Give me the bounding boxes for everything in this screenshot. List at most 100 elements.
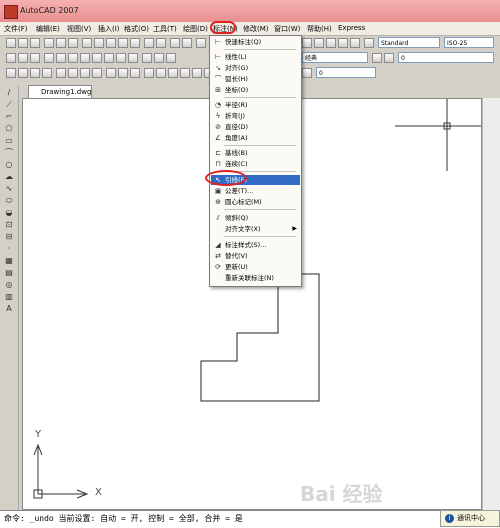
spline-icon[interactable]: ∿ [4, 184, 14, 194]
rectangle-icon[interactable]: ▭ [4, 136, 14, 146]
menu-view[interactable]: 视图(V) [67, 24, 91, 34]
menu-express[interactable]: Express [338, 24, 365, 32]
ellipse-arc-icon[interactable]: ◒ [4, 208, 14, 218]
dim-diameter-icon[interactable] [80, 68, 90, 78]
properties-icon[interactable] [302, 38, 312, 48]
design-center-icon[interactable] [314, 38, 324, 48]
communication-center[interactable]: i 通讯中心 [440, 510, 500, 527]
text-style-combo[interactable]: Standard [378, 37, 440, 48]
command-line[interactable]: 命令: _undo 当前设置: 自动 = 开, 控制 = 全部, 合并 = 是 [0, 510, 500, 528]
menu-item-radius[interactable]: ◔ 半径(R) [211, 100, 300, 110]
menu-item-update[interactable]: ⟳ 更新(U) [211, 262, 300, 272]
layer-color-icon[interactable] [302, 68, 312, 78]
zoom-previous-icon[interactable] [196, 38, 206, 48]
menu-help[interactable]: 帮助(H) [307, 24, 332, 34]
revolve-icon[interactable] [154, 53, 164, 63]
menu-insert[interactable]: 插入(I) [98, 24, 120, 34]
open-icon[interactable] [18, 38, 28, 48]
cone-icon[interactable] [104, 53, 114, 63]
tab-drawing1[interactable]: Drawing1.dwg [28, 85, 92, 98]
linetype-combo[interactable]: 经典 [302, 52, 368, 63]
dim-aligned-icon[interactable] [18, 68, 28, 78]
ellipse-icon[interactable]: ⬭ [4, 196, 14, 206]
layer-state-icon[interactable] [18, 53, 28, 63]
hatch-icon[interactable]: ▦ [4, 256, 14, 266]
paste-icon[interactable] [106, 38, 116, 48]
menu-modify[interactable]: 修改(M) [243, 24, 269, 34]
torus-icon[interactable] [128, 53, 138, 63]
line-icon[interactable]: / [4, 88, 14, 98]
gradient-icon[interactable]: ▤ [4, 268, 14, 278]
menu-item-quick-dimension[interactable]: ⊢ 快速标注(Q) [211, 37, 300, 47]
dim-linear-icon[interactable] [6, 68, 16, 78]
menu-item-oblique[interactable]: ⫽ 倾斜(Q) [211, 213, 300, 223]
menu-item-reassociate[interactable]: 重新关联标注(N) [211, 273, 300, 283]
dim-quick-icon[interactable] [106, 68, 116, 78]
menu-item-dimension-style[interactable]: ◢ 标注样式(S)... [211, 240, 300, 250]
dim-tolerance-icon[interactable] [144, 68, 154, 78]
dim-radius-icon[interactable] [56, 68, 66, 78]
insert-block-icon[interactable]: ⊡ [4, 220, 14, 230]
dim-center-icon[interactable] [156, 68, 166, 78]
zoom-icon[interactable] [182, 38, 192, 48]
menu-item-align-text[interactable]: 对齐文字(X) ▶ [211, 224, 300, 234]
menu-item-continue[interactable]: ⊓ 连续(C) [211, 159, 300, 169]
dim-style-combo[interactable]: ISO-25 [444, 37, 494, 48]
arc-icon[interactable]: ⌒ [4, 148, 14, 158]
dim-angular-icon[interactable] [92, 68, 102, 78]
table-icon[interactable]: ▥ [4, 292, 14, 302]
preview-icon[interactable] [56, 38, 66, 48]
menu-item-aligned[interactable]: ↘ 对齐(G) [211, 63, 300, 73]
layer-previous-icon[interactable] [30, 53, 40, 63]
menu-item-ordinate[interactable]: ⊞ 坐标(O) [211, 85, 300, 95]
polyline-icon[interactable]: ⌐ [4, 112, 14, 122]
shade-icon[interactable] [44, 53, 54, 63]
extrude-icon[interactable] [142, 53, 152, 63]
menu-item-arc-length[interactable]: ⌒ 弧长(H) [211, 74, 300, 84]
dim-ordinate-icon[interactable] [42, 68, 52, 78]
cylinder-icon[interactable] [92, 53, 102, 63]
menu-item-linear[interactable]: ⊢ 线性(L) [211, 52, 300, 62]
circle-icon[interactable]: ○ [4, 160, 14, 170]
publish-icon[interactable] [68, 38, 78, 48]
layer-manager-icon[interactable] [6, 53, 16, 63]
dim-continue-icon[interactable] [130, 68, 140, 78]
make-block-icon[interactable]: ⊟ [4, 232, 14, 242]
menu-item-diameter[interactable]: ⊘ 直径(D) [211, 122, 300, 132]
cut-icon[interactable] [82, 38, 92, 48]
block-editor-icon[interactable] [130, 38, 140, 48]
multiline-text-icon[interactable]: A [4, 304, 14, 314]
sphere-icon[interactable] [80, 53, 90, 63]
wedge-icon[interactable] [116, 53, 126, 63]
menu-file[interactable]: 文件(F) [4, 24, 28, 34]
dim-update-icon[interactable] [192, 68, 202, 78]
pan-icon[interactable] [170, 38, 180, 48]
menu-edit[interactable]: 编辑(E) [36, 24, 60, 34]
revision-cloud-icon[interactable]: ☁ [4, 172, 14, 182]
render-icon[interactable] [56, 53, 66, 63]
construction-line-icon[interactable]: ⟋ [4, 100, 14, 110]
sheet-set-icon[interactable] [338, 38, 348, 48]
layer-combo[interactable]: 0 [398, 52, 494, 63]
tool-palettes-icon[interactable] [326, 38, 336, 48]
menu-tools[interactable]: 工具(T) [153, 24, 177, 34]
dim-arc-icon[interactable] [30, 68, 40, 78]
orbit-icon[interactable] [166, 53, 176, 63]
vertical-scrollbar[interactable] [482, 98, 500, 510]
menu-item-angular[interactable]: ∠ 角度(A) [211, 133, 300, 143]
menu-item-override[interactable]: ⇄ 替代(V) [211, 251, 300, 261]
menu-format[interactable]: 格式(O) [124, 24, 149, 34]
copy-icon[interactable] [94, 38, 104, 48]
match-properties-icon[interactable] [118, 38, 128, 48]
dim-jogged-icon[interactable] [68, 68, 78, 78]
point-icon[interactable]: · [4, 244, 14, 254]
dim-edit-icon[interactable] [168, 68, 178, 78]
new-icon[interactable] [6, 38, 16, 48]
undo-icon[interactable] [144, 38, 154, 48]
dim-text-edit-icon[interactable] [180, 68, 190, 78]
redo-icon[interactable] [156, 38, 166, 48]
menu-item-jogged[interactable]: ϟ 折弯(J) [211, 111, 300, 121]
calculator-icon[interactable] [350, 38, 360, 48]
save-icon[interactable] [30, 38, 40, 48]
box-icon[interactable] [68, 53, 78, 63]
